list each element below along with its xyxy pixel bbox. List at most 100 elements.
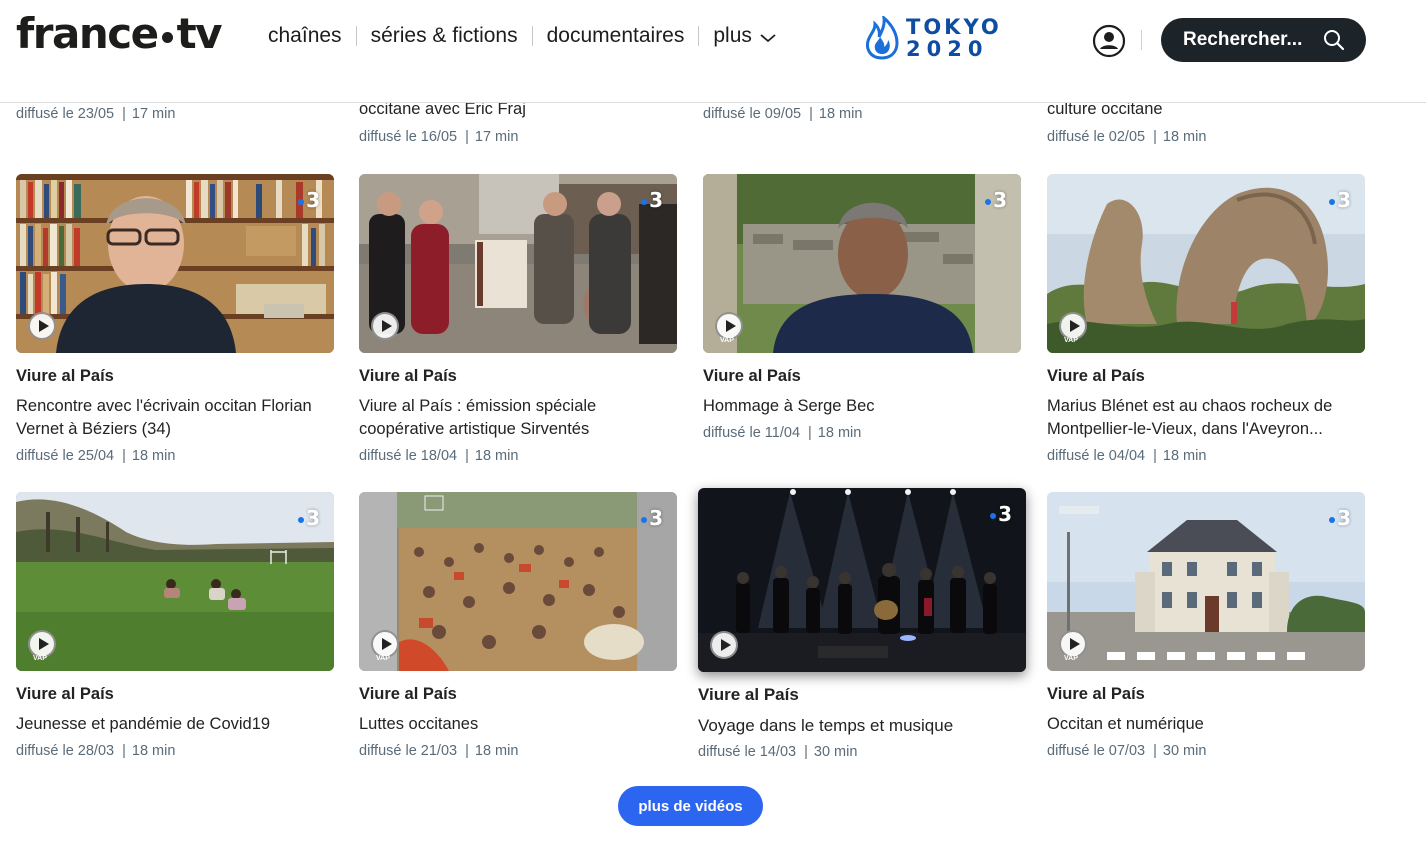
video-thumbnail[interactable]: 3 VAP — [359, 492, 677, 671]
video-thumbnail[interactable]: 3 — [16, 174, 334, 353]
nav-item-chaines[interactable]: chaînes — [268, 24, 342, 48]
video-title[interactable]: Hommage à Serge Bec — [703, 395, 1021, 418]
play-icon[interactable] — [371, 312, 399, 340]
broadcast-date: diffusé le 07/03 — [1047, 743, 1146, 759]
duration: 30 min — [813, 744, 858, 760]
more-videos-button[interactable]: plus de vidéos — [618, 786, 763, 826]
channel-badge: 3 — [985, 188, 1007, 212]
video-card[interactable]: 3 VAP Viure al País Luttes occitanes dif… — [359, 492, 677, 759]
program-name: Viure al País — [16, 685, 114, 703]
play-icon[interactable] — [1059, 630, 1087, 658]
play-icon[interactable] — [371, 630, 399, 658]
broadcast-date: diffusé le 21/03 — [359, 743, 458, 759]
nav-label: plus — [713, 24, 752, 47]
play-icon[interactable] — [710, 631, 738, 659]
list-item-partial[interactable]: diffusé le 09/05 | 18 min — [703, 106, 862, 122]
broadcast-date: diffusé le 14/03 — [698, 744, 797, 760]
duration: 18 min — [474, 448, 519, 464]
nav-separator — [698, 26, 700, 46]
channel-badge: 3 — [641, 506, 663, 530]
video-title[interactable]: Luttes occitanes — [359, 713, 677, 736]
francetv-logo[interactable]: france tv — [16, 9, 223, 58]
list-item-partial[interactable]: diffusé le 23/05 | 17 min — [16, 106, 175, 122]
broadcast-meta: diffusé le 04/04 | 18 min — [1047, 448, 1207, 464]
video-title[interactable]: Marius Blénet est au chaos rocheux de Mo… — [1047, 395, 1365, 441]
olympic-flame-icon — [866, 16, 899, 60]
broadcast-date: diffusé le 09/05 — [703, 106, 802, 122]
search-button[interactable]: Rechercher... — [1161, 18, 1366, 62]
video-card[interactable]: 3 VAP Viure al País Marius Blénet est au… — [1047, 174, 1365, 464]
video-title[interactable]: Viure al País : émission spéciale coopér… — [359, 395, 677, 441]
video-title[interactable]: Occitan et numérique — [1047, 713, 1365, 736]
channel-badge: 3 — [298, 506, 320, 530]
video-thumbnail[interactable]: 3 VAP — [16, 492, 334, 671]
duration: 17 min — [474, 129, 519, 145]
broadcast-date: diffusé le 02/05 — [1047, 129, 1146, 145]
tokyo-2020-logo[interactable]: TOKYO 2020 — [864, 16, 1002, 60]
vap-badge: VAP — [1064, 337, 1078, 344]
account-button[interactable] — [1092, 24, 1126, 58]
duration: 18 min — [131, 743, 176, 759]
logo-text-tv: tv — [176, 9, 223, 58]
program-name: Viure al País — [16, 367, 114, 385]
nav-label: chaînes — [268, 24, 342, 47]
nav-label: séries & fictions — [370, 24, 518, 47]
broadcast-meta: diffusé le 02/05 | 18 min — [1047, 129, 1207, 145]
broadcast-meta: diffusé le 07/03 | 30 min — [1047, 743, 1207, 759]
program-name: Viure al País — [359, 367, 457, 385]
tokyo-2020-text: TOKYO 2020 — [906, 16, 1002, 60]
broadcast-meta: diffusé le 16/05 | 17 min — [359, 129, 519, 145]
broadcast-meta: diffusé le 28/03 | 18 min — [16, 743, 176, 759]
nav-item-series-fictions[interactable]: séries & fictions — [371, 24, 518, 48]
play-icon[interactable] — [28, 630, 56, 658]
duration: 18 min — [474, 743, 519, 759]
play-icon[interactable] — [715, 312, 743, 340]
channel-badge: 3 — [641, 188, 663, 212]
broadcast-meta: diffusé le 25/04 | 18 min — [16, 448, 176, 464]
video-thumbnail[interactable]: 3 VAP — [703, 174, 1021, 353]
play-icon[interactable] — [28, 312, 56, 340]
broadcast-date: diffusé le 16/05 — [359, 129, 458, 145]
event-logo-line2: 2020 — [906, 37, 989, 61]
broadcast-date: diffusé le 25/04 — [16, 448, 115, 464]
broadcast-date: diffusé le 18/04 — [359, 448, 458, 464]
video-thumbnail[interactable]: 3 — [359, 174, 677, 353]
video-card[interactable]: 3 Viure al País Rencontre avec l'écrivai… — [16, 174, 334, 464]
channel-badge: 3 — [1329, 188, 1351, 212]
nav-separator — [531, 26, 533, 46]
program-name: Viure al País — [703, 367, 801, 385]
program-name: Viure al País — [698, 685, 799, 704]
program-name: Viure al País — [1047, 685, 1145, 703]
video-thumbnail[interactable]: 3 VAP — [1047, 174, 1365, 353]
video-card[interactable]: 3 VAP Viure al País Occitan et numérique… — [1047, 492, 1365, 759]
broadcast-meta: diffusé le 18/04 | 18 min — [359, 448, 519, 464]
list-item-partial[interactable]: occitane avec Eric Fraj diffusé le 16/05… — [359, 99, 526, 145]
list-item-partial[interactable]: culture occitane diffusé le 02/05 | 18 min — [1047, 99, 1206, 145]
video-title[interactable]: Rencontre avec l'écrivain occitan Floria… — [16, 395, 334, 441]
video-card[interactable]: 3 VAP Viure al País Hommage à Serge Bec … — [703, 174, 1021, 441]
video-card-hovered[interactable]: 3 Viure al País Voyage dans le temps et … — [698, 488, 1026, 760]
video-thumbnail[interactable]: 3 VAP — [1047, 492, 1365, 671]
duration: 18 min — [1162, 129, 1207, 145]
vap-badge: VAP — [720, 337, 734, 344]
broadcast-date: diffusé le 28/03 — [16, 743, 115, 759]
user-icon — [1092, 24, 1126, 58]
duration: 18 min — [818, 106, 863, 122]
chevron-down-icon — [760, 34, 776, 43]
broadcast-meta: diffusé le 14/03 | 30 min — [698, 744, 858, 760]
broadcast-meta: diffusé le 23/05 | 17 min — [16, 106, 176, 122]
video-card[interactable]: 3 VAP Viure al País Jeunesse et pandémie… — [16, 492, 334, 759]
nav-label: documentaires — [546, 24, 685, 47]
video-thumbnail[interactable]: 3 — [698, 488, 1026, 672]
duration: 18 min — [131, 448, 176, 464]
video-title[interactable]: Voyage dans le temps et musique — [698, 714, 1016, 737]
search-label: Rechercher... — [1183, 29, 1303, 50]
video-card[interactable]: 3 Viure al País Viure al País : émission… — [359, 174, 677, 464]
main-nav: chaînes séries & fictions documentaires … — [268, 24, 776, 48]
nav-item-plus[interactable]: plus — [713, 24, 776, 48]
broadcast-date: diffusé le 04/04 — [1047, 448, 1146, 464]
channel-badge: 3 — [990, 502, 1012, 526]
video-title[interactable]: Jeunesse et pandémie de Covid19 — [16, 713, 334, 736]
play-icon[interactable] — [1059, 312, 1087, 340]
nav-item-documentaires[interactable]: documentaires — [547, 24, 685, 48]
